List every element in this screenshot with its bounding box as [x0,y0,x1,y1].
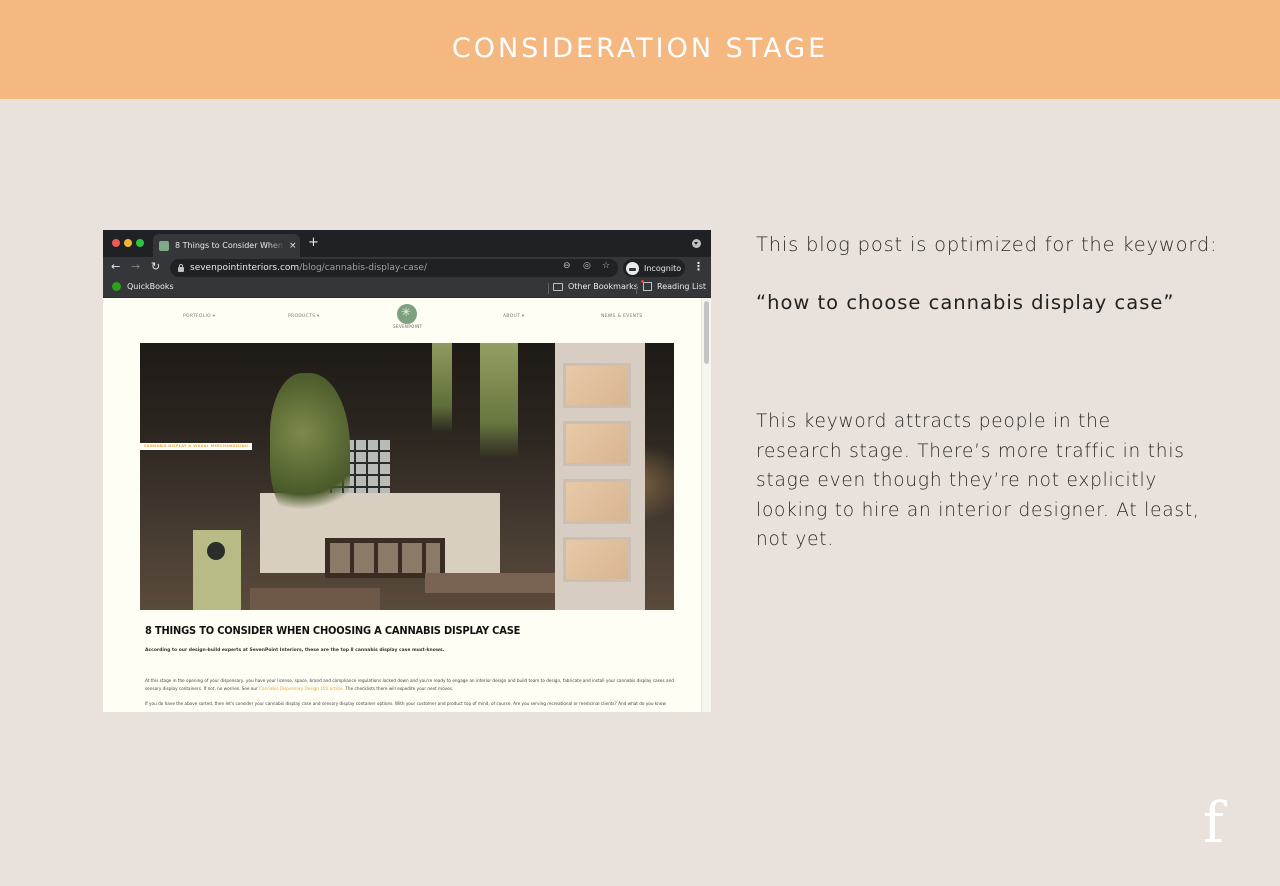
body-text: This keyword attracts people in the rese… [756,411,1200,550]
address-bar[interactable]: sevenpointinteriors.com/blog/cannabis-di… [170,259,618,277]
page-scrollbar[interactable] [701,298,711,712]
bookmark-label: Other Bookmarks [568,282,638,291]
web-page-viewport: PORTFOLIO ▾ PRODUCTS ▾ SEVENPOINT ABOUT … [103,298,711,712]
hero-display-table [425,573,555,593]
bookmark-quickbooks[interactable]: QuickBooks [112,282,174,291]
minimize-window-button[interactable] [124,239,132,247]
hero-panel-inset [563,421,631,466]
site-nav-products[interactable]: PRODUCTS ▾ [288,314,320,319]
folder-icon [553,282,563,291]
hero-panel-inset [563,363,631,408]
hero-display-shelves [325,538,445,578]
site-logo-text: SEVENPOINT [393,324,423,329]
site-nav-news-events[interactable]: NEWS & EVENTS [601,314,643,319]
browser-tab-active[interactable]: 8 Things to Consider When Ch × [153,234,300,257]
quickbooks-icon [112,282,121,291]
browser-menu-icon[interactable]: ⋮ [693,260,704,273]
article-text: sensory display containers. If not, no w… [145,686,260,691]
bookmark-reading-list[interactable]: Reading List [641,280,706,291]
new-tab-button[interactable]: + [308,235,319,250]
browser-toolbar: ← → ↻ sevenpointinteriors.com/blog/canna… [103,257,711,279]
article-paragraph: sensory display containers. If not, no w… [145,685,453,693]
back-arrow-icon[interactable]: ← [111,260,120,273]
site-nav-about[interactable]: ABOUT ▾ [503,314,524,319]
tracking-protection-icon[interactable]: ◎ [583,261,591,271]
sevenpoint-logo-icon[interactable] [397,304,417,324]
incognito-label: Incognito [644,263,682,273]
hero-panel-inset [563,537,631,582]
hero-image-dispensary-interior: CANNABIS DISPLAY & VISUAL MERCHANDISING [140,343,674,610]
tab-close-icon[interactable]: × [289,241,297,251]
tab-search-icon[interactable] [692,239,701,248]
bookmarks-bar: QuickBooks Other Bookmarks Reading List [103,279,711,298]
incognito-profile-button[interactable]: Incognito [623,259,685,277]
maximize-window-button[interactable] [136,239,144,247]
reading-list-icon [641,280,652,291]
bookmark-other-bookmarks[interactable]: Other Bookmarks [553,282,638,291]
bookmark-separator [548,283,549,294]
hero-hanging-plants [432,343,452,433]
forward-arrow-icon[interactable]: → [131,260,140,273]
intro-text: This blog post is optimized for the keyw… [756,233,1218,256]
scrollbar-thumb[interactable] [704,301,709,364]
header-banner: CONSIDERATION STAGE [0,0,1280,99]
category-tag[interactable]: CANNABIS DISPLAY & VISUAL MERCHANDISING [140,443,252,450]
page-title: CONSIDERATION STAGE [451,33,829,64]
hero-display-table [250,588,380,610]
tab-title: 8 Things to Consider When Ch [175,241,285,250]
article-link[interactable]: Cannabis Dispensary Design 101 article. [259,686,344,691]
brand-logo-icon: f [1203,791,1224,856]
site-nav-portfolio[interactable]: PORTFOLIO ▾ [183,314,215,319]
url-host: sevenpointinteriors.com [190,263,300,273]
bookmark-label: QuickBooks [127,282,174,291]
article-text: The checklists there will expedite your … [344,686,454,691]
lock-icon [178,263,184,272]
incognito-icon [626,261,639,275]
hero-panel-inset [563,479,631,524]
article-paragraph: At this stage in the opening of your dis… [145,678,674,683]
zoom-icon[interactable]: ⊖ [563,261,571,271]
bookmark-separator [636,283,637,294]
article-subtitle: According to our design-build experts at… [145,648,445,653]
article-title: 8 THINGS TO CONSIDER WHEN CHOOSING A CAN… [145,624,521,637]
keyword-text: “how to choose cannabis display case” [756,291,1175,314]
hero-hanging-plants [480,343,518,458]
browser-screenshot: 8 Things to Consider When Ch × + ← → ↻ s… [103,230,711,712]
hero-tree [270,373,350,523]
browser-tab-bar: 8 Things to Consider When Ch × + [103,230,711,257]
reload-icon[interactable]: ↻ [151,260,160,273]
url-path: /blog/cannabis-display-case/ [299,263,428,273]
hero-door [193,530,241,610]
article-paragraph: If you do have the above sorted, then le… [145,701,666,706]
bookmark-star-icon[interactable]: ☆ [602,261,610,271]
close-window-button[interactable] [112,239,120,247]
bookmark-label: Reading List [657,282,706,291]
site-favicon-icon [159,240,169,251]
